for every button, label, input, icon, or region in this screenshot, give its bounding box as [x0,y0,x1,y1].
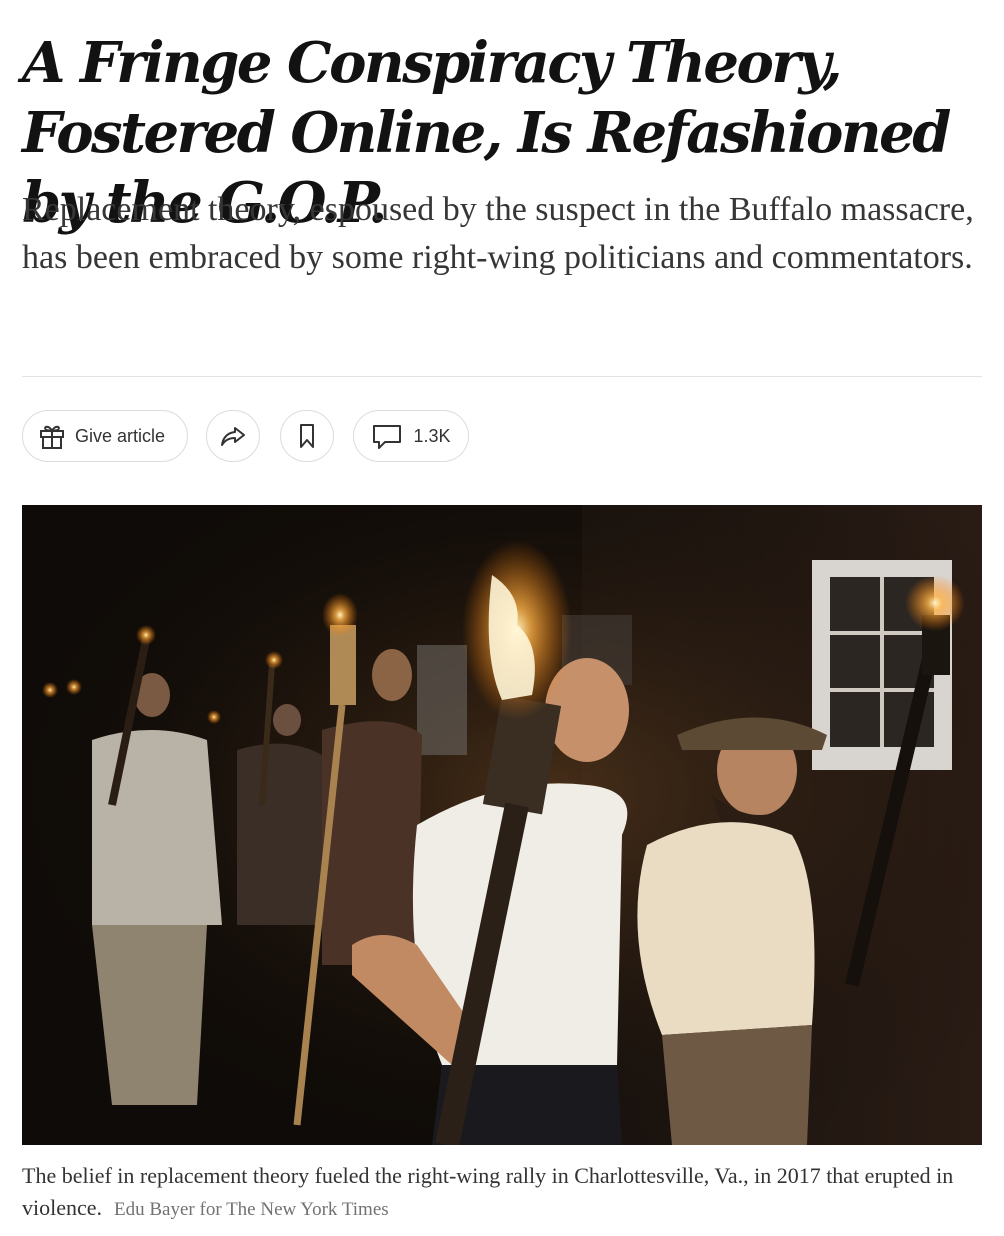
photo-caption: The belief in replacement theory fueled … [22,1160,982,1226]
gift-icon [37,421,67,451]
share-icon [218,421,248,451]
bookmark-icon [292,421,322,451]
share-button[interactable] [206,410,260,462]
article-photo [22,505,982,1145]
save-button[interactable] [280,410,334,462]
article-summary: Replacement theory, espoused by the susp… [22,191,974,276]
photo-credit: Edu Bayer for The New York Times [114,1199,389,1220]
give-article-label: Give article [75,425,166,446]
give-article-button[interactable]: Give article [22,410,188,462]
article-toolbar: Give article 1.3K [22,410,982,464]
divider [22,376,982,377]
comment-count: 1.3K [413,425,451,446]
comments-button[interactable]: 1.3K [353,410,469,462]
comment-icon [371,421,403,451]
